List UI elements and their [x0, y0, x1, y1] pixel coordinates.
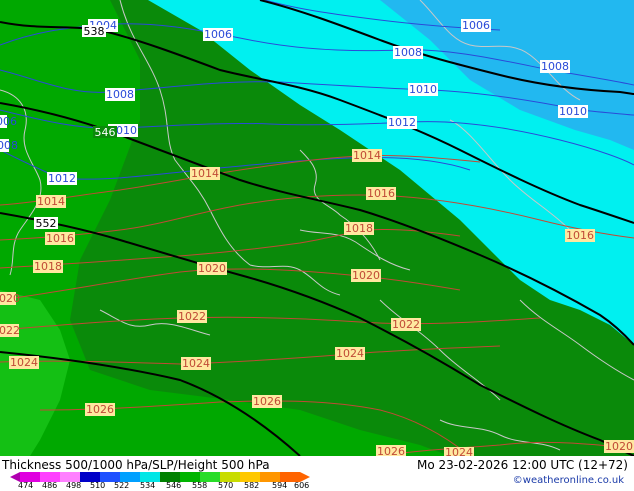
- slp-label: 1026: [252, 395, 282, 408]
- svg-text:1026: 1026: [86, 403, 114, 416]
- legend-tick: 498: [66, 481, 82, 490]
- slp-label: 1022: [177, 310, 207, 323]
- slp-label: 1022: [0, 324, 20, 337]
- slp-label: 1008: [0, 139, 18, 152]
- map-footer: Thickness 500/1000 hPa/SLP/Height 500 hP…: [0, 456, 634, 490]
- svg-text:1024: 1024: [182, 357, 210, 370]
- slp-label: 1020: [604, 440, 634, 453]
- svg-text:1010: 1010: [409, 83, 437, 96]
- weather-map: 1004 1006 1006 1008 1008 1008 1010 1010 …: [0, 0, 634, 456]
- svg-text:1022: 1022: [0, 324, 20, 337]
- svg-text:1012: 1012: [388, 116, 416, 129]
- legend-tick: 594: [272, 481, 288, 490]
- slp-label: 1016: [565, 229, 595, 242]
- slp-label: 1010: [408, 83, 438, 96]
- slp-label: 1008: [105, 88, 135, 101]
- height-label: 546: [93, 126, 117, 139]
- svg-text:1024: 1024: [336, 347, 364, 360]
- height-label: 552: [34, 217, 58, 230]
- slp-label: 1024: [9, 356, 39, 369]
- slp-label: 1022: [391, 318, 421, 331]
- svg-text:1008: 1008: [0, 139, 18, 152]
- slp-label: 1008: [540, 60, 570, 73]
- legend-tick: 558: [192, 481, 208, 490]
- slp-label: 1010: [558, 105, 588, 118]
- slp-label: 1014: [36, 195, 66, 208]
- svg-text:552: 552: [36, 217, 57, 230]
- svg-text:1008: 1008: [106, 88, 134, 101]
- svg-text:1026: 1026: [253, 395, 281, 408]
- slp-label: 1006: [461, 19, 491, 32]
- svg-text:546: 546: [95, 126, 116, 139]
- svg-text:538: 538: [84, 25, 105, 38]
- slp-label: 1020: [351, 269, 381, 282]
- legend-tick: 522: [114, 481, 130, 490]
- svg-text:1014: 1014: [353, 149, 381, 162]
- slp-label: 1016: [366, 187, 396, 200]
- legend-tick: 606: [294, 481, 310, 490]
- svg-text:1020: 1020: [198, 262, 226, 275]
- svg-text:1008: 1008: [394, 46, 422, 59]
- height-label: 538: [82, 25, 106, 38]
- svg-text:1022: 1022: [178, 310, 206, 323]
- legend-tick: 582: [244, 481, 260, 490]
- svg-text:1006: 1006: [204, 28, 232, 41]
- svg-text:1018: 1018: [34, 260, 62, 273]
- legend-tick: 486: [42, 481, 58, 490]
- svg-text:1024: 1024: [445, 446, 473, 456]
- svg-text:1020: 1020: [605, 440, 633, 453]
- slp-label: 1008: [393, 46, 423, 59]
- slp-label: 1006: [0, 115, 17, 128]
- slp-label: 1026: [376, 445, 406, 456]
- svg-text:1018: 1018: [345, 222, 373, 235]
- map-title: Thickness 500/1000 hPa/SLP/Height 500 hP…: [2, 458, 270, 472]
- slp-label: 1014: [190, 167, 220, 180]
- slp-label: 1024: [335, 347, 365, 360]
- slp-label: 1006: [203, 28, 233, 41]
- svg-text:1022: 1022: [392, 318, 420, 331]
- legend-tick: 534: [140, 481, 156, 490]
- slp-label: 1016: [45, 232, 75, 245]
- svg-text:1020: 1020: [0, 292, 20, 305]
- slp-label: 1018: [33, 260, 63, 273]
- svg-text:1014: 1014: [191, 167, 219, 180]
- legend-tick: 546: [166, 481, 182, 490]
- svg-text:1008: 1008: [541, 60, 569, 73]
- slp-label: 1026: [85, 403, 115, 416]
- slp-label: 1014: [352, 149, 382, 162]
- svg-text:1006: 1006: [462, 19, 490, 32]
- svg-text:1012: 1012: [48, 172, 76, 185]
- slp-label: 1018: [344, 222, 374, 235]
- svg-text:1014: 1014: [37, 195, 65, 208]
- valid-datetime: Mo 23-02-2026 12:00 UTC (12+72): [416, 458, 628, 472]
- svg-text:1016: 1016: [46, 232, 74, 245]
- legend-tick: 570: [218, 481, 234, 490]
- slp-label: 1024: [444, 446, 474, 456]
- slp-label: 1024: [181, 357, 211, 370]
- slp-label: 1012: [47, 172, 77, 185]
- svg-text:1016: 1016: [367, 187, 395, 200]
- slp-label: 1020: [0, 292, 20, 305]
- svg-text:1010: 1010: [559, 105, 587, 118]
- legend-tick: 510: [90, 481, 106, 490]
- legend-tick: 474: [18, 481, 34, 490]
- svg-text:1026: 1026: [377, 445, 405, 456]
- svg-text:1006: 1006: [0, 115, 17, 128]
- svg-text:1016: 1016: [566, 229, 594, 242]
- credit-link[interactable]: ©weatheronline.co.uk: [513, 475, 624, 486]
- svg-text:1024: 1024: [10, 356, 38, 369]
- svg-text:1020: 1020: [352, 269, 380, 282]
- slp-label: 1012: [387, 116, 417, 129]
- slp-label: 1020: [197, 262, 227, 275]
